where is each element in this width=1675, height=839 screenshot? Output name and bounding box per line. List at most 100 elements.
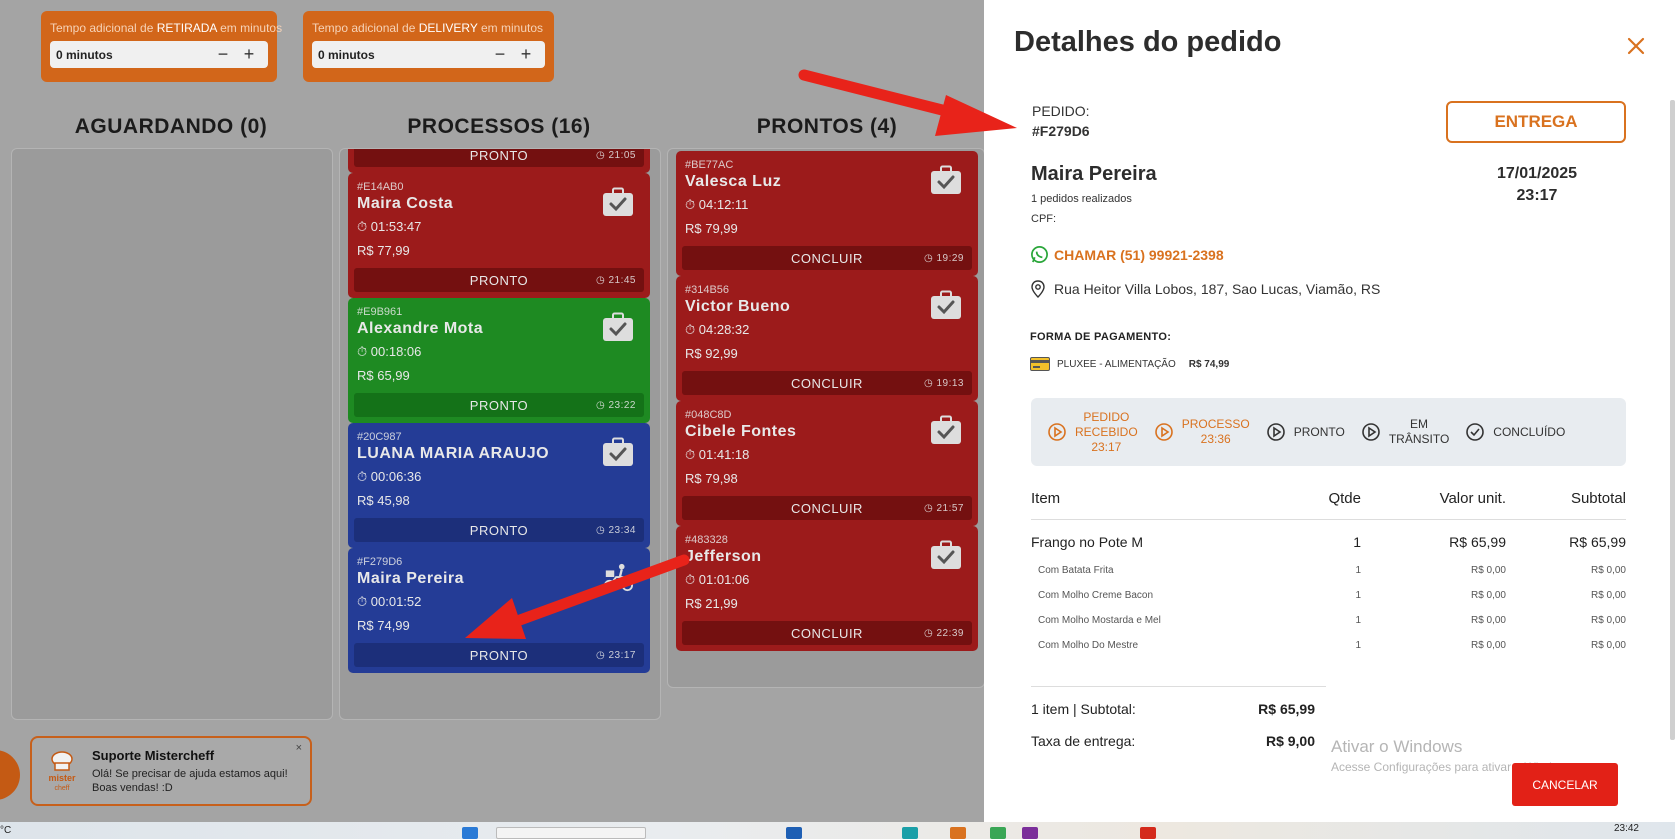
order-card-customer: Alexandre Mota — [357, 320, 484, 337]
sub-item-qty: 1 — [1355, 640, 1361, 651]
order-card-customer: Maira Costa — [357, 195, 454, 212]
order-card[interactable]: #483328 Jefferson ⏱ 01:01:06 R$ 21,99 CONCLU… — [676, 526, 978, 651]
delivery-extra-time-input[interactable]: 0 minutos − + — [312, 41, 545, 68]
summary-subtotal-value: R$ 65,99 — [1258, 701, 1315, 717]
sub-item-row: Com Molho Mostarda e Mel 1 R$ 0,00 R$ 0,00 — [1031, 608, 1626, 633]
header-qty: Qtde — [1271, 490, 1361, 520]
sub-item-row: Com Molho Do Mestre 1 R$ 0,00 R$ 0,00 — [1031, 633, 1626, 658]
order-card-customer: Cibele Fontes — [685, 423, 797, 440]
payment-amount: R$ 74,99 — [1188, 358, 1230, 370]
payment-label: FORMA DE PAGAMENTO: — [1030, 331, 1172, 343]
order-card[interactable]: PRONTO ◷ 21:05 — [348, 148, 650, 173]
delivery-decrement-button[interactable]: − — [487, 44, 513, 65]
mistercheff-logo-icon: mister cheff — [48, 751, 76, 792]
app-icon[interactable] — [1140, 827, 1156, 839]
order-card-clock: ◷ 21:05 — [595, 149, 636, 161]
order-card-action-button[interactable]: CONCLUIR ◷ 21:57 — [682, 496, 972, 520]
delivery-extra-time-label: Tempo adicional de DELIVERY em minutos — [312, 21, 544, 35]
sub-item-qty: 1 — [1355, 590, 1361, 601]
status-step: PRONTO — [1266, 422, 1345, 442]
close-icon[interactable] — [1624, 34, 1648, 58]
order-card-timer: ⏱ 01:41:18 — [685, 447, 750, 462]
order-card-action-button[interactable]: PRONTO ◷ 23:34 — [354, 518, 644, 542]
app-icon[interactable] — [1022, 827, 1038, 839]
order-card-action-label: PRONTO — [469, 522, 529, 538]
order-type-button[interactable]: ENTREGA — [1446, 101, 1626, 143]
order-card-action-button[interactable]: PRONTO ◷ 23:22 — [354, 393, 644, 417]
delivery-increment-button[interactable]: + — [513, 44, 539, 65]
order-card-action-label: PRONTO — [469, 397, 529, 413]
order-card-action-button[interactable]: PRONTO ◷ 21:45 — [354, 268, 644, 292]
order-card-timer: ⏱ 01:01:06 — [685, 572, 750, 587]
whatsapp-call-link[interactable]: CHAMAR (51) 99921-2398 — [1030, 245, 1224, 264]
pickup-decrement-button[interactable]: − — [210, 44, 236, 65]
chat-bubble-button[interactable] — [0, 750, 20, 800]
item-unit-price: R$ 65,99 — [1449, 534, 1506, 550]
sub-item-unit-price: R$ 0,00 — [1470, 565, 1506, 576]
check-bag-icon — [603, 437, 633, 466]
order-card-action-label: PRONTO — [469, 272, 529, 288]
pickup-extra-time-input[interactable]: 0 minutos − + — [50, 41, 268, 68]
order-card[interactable]: #048C8D Cibele Fontes ⏱ 01:41:18 R$ 79,98 CO… — [676, 401, 978, 526]
sub-item-subtotal: R$ 0,00 — [1590, 615, 1626, 626]
order-card-price: R$ 92,99 — [685, 346, 738, 361]
order-card-action-label: CONCLUIR — [791, 500, 863, 516]
cancel-order-button[interactable]: CANCELAR — [1512, 763, 1618, 806]
order-card-timer: ⏱ 00:18:06 — [357, 344, 422, 359]
svg-text:cheff: cheff — [54, 785, 69, 792]
order-card-clock: ◷ 23:17 — [595, 649, 636, 661]
order-card-clock: ◷ 21:45 — [595, 274, 636, 286]
order-card-price: R$ 79,99 — [685, 221, 738, 236]
edge-icon[interactable] — [786, 827, 802, 839]
sub-item-unit-price: R$ 0,00 — [1470, 640, 1506, 651]
panel-scrollbar[interactable] — [1670, 100, 1675, 740]
column-aguardando — [11, 148, 333, 720]
order-card-action-button[interactable]: PRONTO ◷ 23:17 — [354, 643, 644, 667]
order-card[interactable]: #E9B961 Alexandre Mota ⏱ 00:18:06 R$ 65,99 P… — [348, 298, 650, 423]
taskbar-search-input[interactable] — [496, 827, 646, 839]
order-card-clock: ◷ 23:22 — [595, 399, 636, 411]
column-title-prontos: PRONTOS (4) — [756, 115, 898, 138]
order-card[interactable]: #E14AB0 Maira Costa ⏱ 01:53:47 R$ 77,99 PRON… — [348, 173, 650, 298]
check-bag-icon — [603, 187, 633, 216]
timer-icon: ⏱ — [685, 197, 699, 212]
order-card-action-label: PRONTO — [469, 148, 529, 163]
chrome-icon[interactable] — [990, 827, 1006, 839]
status-step: PROCESSO 23:36 — [1154, 417, 1250, 447]
item-subtotal: R$ 65,99 — [1569, 534, 1626, 550]
support-close-button[interactable]: × — [296, 742, 302, 754]
order-id: #F279D6 — [1032, 123, 1090, 139]
order-card[interactable]: #BE77AC Valesca Luz ⏱ 04:12:11 R$ 79,99 CONC… — [676, 151, 978, 276]
app-icon[interactable] — [902, 827, 918, 839]
order-card-action-button[interactable]: CONCLUIR ◷ 19:29 — [682, 246, 972, 270]
order-card-id: #F279D6 — [357, 556, 403, 568]
order-card-customer: LUANA MARIA ARAUJO — [357, 445, 550, 462]
order-card-action-button[interactable]: PRONTO ◷ 21:05 — [354, 148, 644, 167]
whatsapp-icon — [1031, 246, 1048, 263]
order-date: 17/01/2025 — [1496, 165, 1578, 182]
summary-fee-label: Taxa de entrega: — [1031, 733, 1136, 749]
card-icon — [1030, 357, 1050, 371]
sub-item-qty: 1 — [1355, 615, 1361, 626]
sub-item-subtotal: R$ 0,00 — [1590, 565, 1626, 576]
start-icon[interactable] — [462, 827, 478, 839]
sub-item-unit-price: R$ 0,00 — [1470, 615, 1506, 626]
order-card[interactable]: #20C987 LUANA MARIA ARAUJO ⏱ 00:06:36 R$ 45… — [348, 423, 650, 548]
customer-orders-count: 1 pedidos realizados — [1031, 193, 1132, 205]
order-card-action-button[interactable]: CONCLUIR ◷ 19:13 — [682, 371, 972, 395]
order-card-customer: Victor Bueno — [685, 298, 791, 315]
order-card-timer: ⏱ 04:12:11 — [685, 197, 749, 212]
pickup-extra-time-box: Tempo adicional de RETIRADA em minutos 0… — [41, 11, 282, 82]
order-card-timer: ⏱ 04:28:32 — [685, 322, 750, 337]
order-card[interactable]: #314B56 Victor Bueno ⏱ 04:28:32 R$ 92,99 CON… — [676, 276, 978, 401]
order-card-action-button[interactable]: CONCLUIR ◷ 22:39 — [682, 621, 972, 645]
app-icon[interactable] — [950, 827, 966, 839]
order-label: PEDIDO: — [1032, 103, 1090, 119]
timer-icon: ⏱ — [685, 572, 699, 587]
pickup-increment-button[interactable]: + — [236, 44, 262, 65]
summary-divider — [1031, 686, 1326, 687]
order-card-action-label: CONCLUIR — [791, 250, 863, 266]
status-step-label: EM TRÂNSITO — [1388, 417, 1450, 446]
order-card[interactable]: #F279D6 Maira Pereira ⏱ 00:01:52 R$ 74,99 PR… — [348, 548, 650, 673]
status-step-label: CONCLUÍDO — [1493, 424, 1566, 439]
